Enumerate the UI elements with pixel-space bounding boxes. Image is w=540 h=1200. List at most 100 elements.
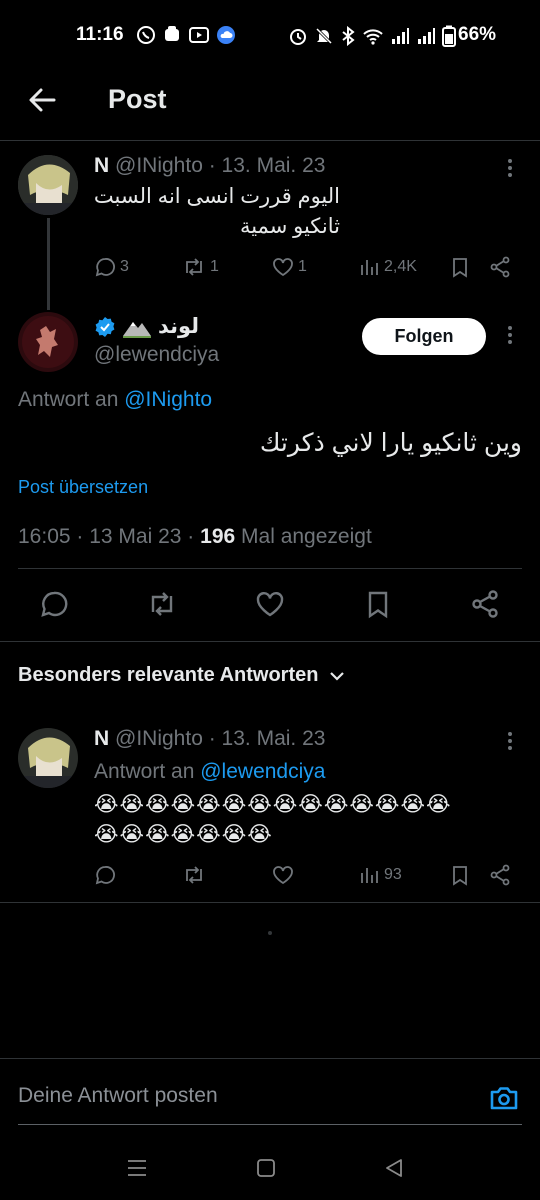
status-time: 11:16	[76, 24, 124, 45]
home-nav-icon[interactable]	[255, 1157, 277, 1179]
bookmark-button[interactable]	[449, 256, 471, 278]
tweet-meta: 16:05 · 13 Mai 23 · 196 Mal angezeigt	[18, 525, 372, 549]
avatar[interactable]	[18, 312, 78, 372]
replies-sort-dropdown[interactable]: Besonders relevante Antworten	[18, 664, 346, 687]
tweet-actions: 3 1 1 2,4K	[94, 255, 514, 279]
reply-button[interactable]: 3	[94, 256, 129, 278]
view-label: Mal angezeigt	[241, 525, 372, 548]
display-name[interactable]: N	[94, 154, 109, 177]
meta-divider	[18, 568, 522, 569]
main-author[interactable]: لوند	[94, 314, 199, 339]
follow-button[interactable]: Folgen	[362, 318, 486, 355]
handle[interactable]: @lewendciya	[94, 343, 219, 367]
reply-to-label: Antwort an	[94, 760, 195, 783]
back-nav-icon[interactable]	[383, 1157, 405, 1179]
view-count: 196	[200, 525, 236, 548]
reply-input[interactable]: Deine Antwort posten	[18, 1084, 218, 1108]
reply-to-link[interactable]: @INighto	[124, 388, 212, 411]
tweet-text-line: اليوم قررت انسى انه السبت	[93, 185, 340, 208]
back-arrow-icon[interactable]	[26, 84, 58, 116]
display-name[interactable]: لوند	[158, 314, 199, 339]
bluetooth-icon	[340, 26, 356, 46]
parent-author[interactable]: N @INighto · 13. Mai. 23	[94, 154, 325, 178]
views-icon	[358, 864, 380, 886]
tweet-date: · 13. Mai. 23	[208, 727, 326, 750]
camera-icon[interactable]	[488, 1082, 520, 1114]
loading-dot	[268, 931, 272, 935]
notification-icons	[136, 25, 236, 45]
views-icon	[358, 256, 380, 278]
battery-level: 66%	[458, 24, 497, 45]
more-icon[interactable]	[500, 731, 520, 751]
gallery-icon	[162, 25, 182, 45]
alarm-icon	[288, 26, 308, 46]
avatar[interactable]	[18, 155, 78, 215]
menu-nav-icon[interactable]	[126, 1157, 148, 1179]
signal-icon	[416, 26, 436, 46]
like-count: 1	[298, 258, 307, 275]
reply-divider	[0, 902, 540, 903]
share-icon[interactable]	[489, 864, 511, 886]
more-icon[interactable]	[500, 325, 520, 345]
bookmark-icon	[449, 256, 471, 278]
whatsapp-icon	[136, 25, 156, 45]
main-actions	[0, 585, 540, 625]
reply-context: Antwort an @lewendciya	[94, 760, 325, 784]
tweet-date: · 13. Mai. 23	[208, 154, 326, 177]
replies-sort-label: Besonders relevante Antworten	[18, 664, 319, 686]
share-icon[interactable]	[470, 589, 500, 619]
header-divider	[0, 140, 540, 141]
bookmark-icon[interactable]	[363, 589, 393, 619]
chevron-down-icon	[328, 667, 346, 685]
tweet-text-line: 😭😭😭😭😭😭😭	[94, 823, 273, 846]
reply-count: 3	[120, 258, 129, 275]
tweet-actions: 93	[94, 864, 514, 888]
tweet-text-line: ثانكيو سمية	[239, 215, 340, 238]
reply-to-link[interactable]: @lewendciya	[200, 760, 325, 783]
system-nav-bar	[0, 1140, 540, 1200]
display-name[interactable]: N	[94, 727, 109, 750]
reply-icon[interactable]	[94, 864, 116, 886]
reply-composer[interactable]: Deine Antwort posten	[18, 1078, 522, 1126]
composer-divider	[0, 1058, 540, 1059]
views-count: 93	[384, 866, 402, 883]
share-icon	[489, 256, 511, 278]
tweet-text: وين ثانكيو يارا لاني ذكرتك	[259, 429, 522, 457]
more-icon[interactable]	[500, 158, 520, 178]
retweet-button[interactable]: 1	[182, 256, 219, 278]
cloud-icon	[216, 25, 236, 45]
retweet-icon[interactable]	[146, 589, 178, 619]
like-button[interactable]: 1	[272, 256, 307, 278]
reply-author[interactable]: N @INighto · 13. Mai. 23	[94, 727, 325, 751]
verified-icon	[94, 316, 116, 338]
retweet-icon[interactable]	[182, 864, 206, 886]
handle[interactable]: @INighto	[115, 154, 203, 177]
tweet-text: اليوم قررت انسى انه السبت ثانكيو سمية	[94, 182, 340, 242]
mountain-icon	[122, 316, 152, 338]
views-button[interactable]: 93	[358, 864, 402, 886]
tweet-date[interactable]: · 13 Mai 23 ·	[76, 525, 194, 548]
handle[interactable]: @INighto	[115, 727, 203, 750]
mute-icon	[314, 26, 334, 46]
retweet-icon	[182, 256, 206, 278]
like-icon[interactable]	[272, 864, 294, 886]
bookmark-icon[interactable]	[449, 864, 471, 886]
battery-icon	[442, 25, 456, 47]
views-button[interactable]: 2,4K	[358, 256, 417, 278]
translate-link[interactable]: Post übersetzen	[18, 477, 148, 498]
like-icon[interactable]	[255, 589, 285, 619]
page-title: Post	[108, 84, 167, 114]
share-button[interactable]	[489, 256, 511, 278]
reply-icon	[94, 256, 116, 278]
system-icons	[288, 25, 456, 47]
thread-connector	[47, 218, 50, 310]
retweet-count: 1	[210, 258, 219, 275]
input-underline	[18, 1124, 522, 1125]
tweet-text-line: 😭😭😭😭😭😭😭😭😭😭😭😭😭😭	[94, 793, 452, 816]
avatar[interactable]	[18, 728, 78, 788]
reply-icon[interactable]	[39, 589, 69, 619]
section-divider	[0, 641, 540, 642]
tweet-time[interactable]: 16:05	[18, 525, 71, 548]
reply-to-label: Antwort an	[18, 388, 119, 411]
status-bar: 11:16 66%	[0, 0, 540, 72]
